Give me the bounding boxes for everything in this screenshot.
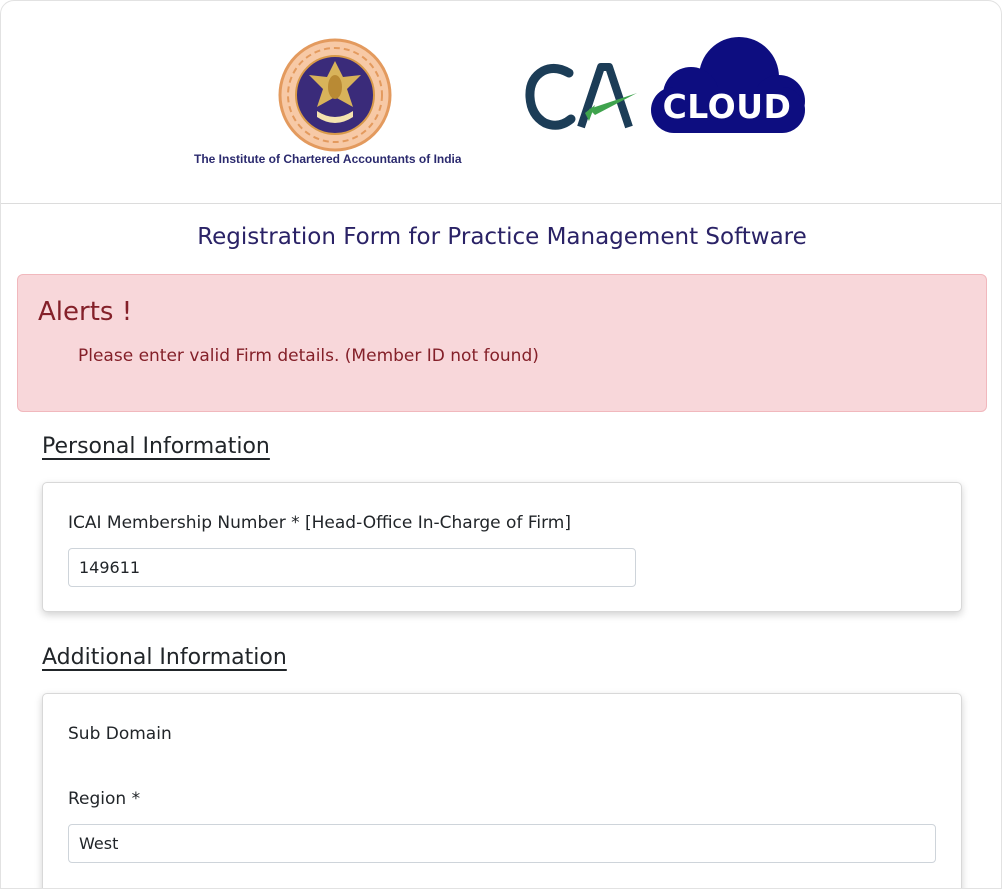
institute-name: The Institute of Chartered Accountants o… — [194, 152, 462, 166]
alert-message: Please enter valid Firm details. (Member… — [78, 346, 539, 366]
additional-info-heading: Additional Information — [42, 645, 287, 670]
membership-number-input[interactable] — [68, 548, 636, 587]
membership-number-label: ICAI Membership Number * [Head-Office In… — [68, 513, 571, 533]
region-label: Region * — [68, 789, 141, 809]
header: The Institute of Chartered Accountants o… — [1, 1, 1001, 204]
personal-info-heading: Personal Information — [42, 434, 270, 459]
ca-logo — [525, 63, 637, 130]
cloud-logo-text: CLOUD — [662, 87, 792, 126]
subdomain-label: Sub Domain — [68, 724, 172, 744]
icai-emblem-logo — [278, 38, 392, 152]
alert-title: Alerts ! — [38, 297, 133, 327]
region-input[interactable] — [68, 824, 936, 863]
personal-info-card: ICAI Membership Number * [Head-Office In… — [42, 482, 962, 612]
page: The Institute of Chartered Accountants o… — [0, 0, 1002, 889]
alert-box: Alerts ! Please enter valid Firm details… — [17, 274, 987, 412]
additional-info-card: Sub Domain Region * — [42, 693, 962, 888]
page-title: Registration Form for Practice Managemen… — [197, 224, 807, 250]
